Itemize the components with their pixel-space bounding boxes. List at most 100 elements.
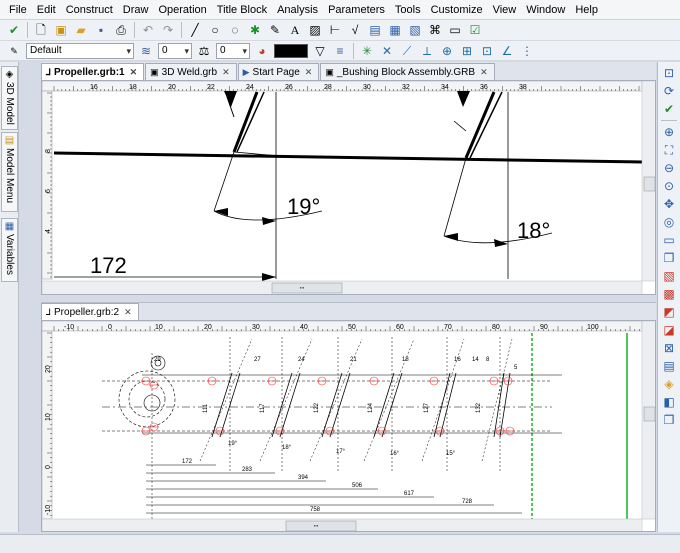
snap-node-icon[interactable]: ✳ bbox=[359, 43, 375, 59]
tab-model-menu[interactable]: ▤ Model Menu bbox=[1, 132, 18, 212]
arc-icon[interactable]: ◌ bbox=[227, 22, 243, 38]
menu-file[interactable]: File bbox=[4, 0, 32, 20]
close-icon[interactable]: ✕ bbox=[124, 307, 132, 318]
top-drawing-canvas[interactable]: 16 18 20 22 24 26 28 30 32 34 36 38 8 6 … bbox=[42, 81, 656, 295]
pan-icon[interactable]: ✥ bbox=[661, 196, 677, 212]
menu-help[interactable]: Help bbox=[570, 0, 603, 20]
apply-icon[interactable]: ✔ bbox=[6, 22, 22, 38]
new-file-icon[interactable]: 🗋 bbox=[33, 22, 49, 38]
node-icon[interactable]: ✱ bbox=[247, 22, 263, 38]
construction-lines bbox=[151, 337, 513, 521]
properties-icon[interactable]: ▩ bbox=[661, 286, 677, 302]
drawing-viewport-top[interactable]: 16 18 20 22 24 26 28 30 32 34 36 38 8 6 … bbox=[41, 80, 656, 295]
layers-icon[interactable]: ≡ bbox=[332, 43, 348, 59]
ruler-tick-label: 16 bbox=[90, 84, 98, 91]
menu-view[interactable]: View bbox=[488, 0, 522, 20]
menu-operation[interactable]: Operation bbox=[153, 0, 211, 20]
menu-customize[interactable]: Customize bbox=[426, 0, 488, 20]
roughness-icon[interactable]: √ bbox=[347, 22, 363, 38]
check-icon[interactable]: ✔ bbox=[661, 101, 677, 117]
fit-page-icon[interactable]: ▭ bbox=[661, 232, 677, 248]
layers-icon[interactable]: ▧ bbox=[661, 268, 677, 284]
snap-intersection-icon[interactable]: ✕ bbox=[379, 43, 395, 59]
redraw-icon[interactable]: ⟳ bbox=[661, 83, 677, 99]
close-icon[interactable]: ✕ bbox=[130, 67, 138, 78]
fragment-icon[interactable]: ▤ bbox=[367, 22, 383, 38]
filter-icon[interactable]: ▽ bbox=[312, 43, 328, 59]
doc-tab-3d-weld[interactable]: ▣ 3D Weld.grb ✕ bbox=[145, 63, 237, 80]
hatch-icon[interactable]: ▨ bbox=[307, 22, 323, 38]
redo-icon[interactable]: ↷ bbox=[160, 22, 176, 38]
print-icon[interactable]: ⎙ bbox=[113, 22, 129, 38]
doc-tab-start-page[interactable]: ▶ Start Page ✕ bbox=[237, 63, 320, 80]
tab-3d-model[interactable]: ◈ 3D Model bbox=[1, 66, 18, 130]
cube-icon[interactable]: ◈ bbox=[661, 376, 677, 392]
close-icon[interactable]: ✕ bbox=[480, 67, 488, 78]
horizontal-scroll-thumb[interactable] bbox=[271, 282, 343, 294]
fragment-icon[interactable]: ◩ bbox=[661, 304, 677, 320]
menu-construct[interactable]: Construct bbox=[61, 0, 118, 20]
doc-tab-propeller-2[interactable]: ⅃ Propeller.grb:2 ✕ bbox=[41, 303, 139, 320]
link-icon[interactable]: ⌘ bbox=[427, 22, 443, 38]
zoom-icon[interactable]: ⊙ bbox=[661, 178, 677, 194]
save-icon[interactable]: ▪ bbox=[93, 22, 109, 38]
image-icon[interactable]: ▧ bbox=[407, 22, 423, 38]
snap-line-icon[interactable]: ⟋ bbox=[399, 43, 415, 59]
open-folder-icon[interactable]: ▰ bbox=[73, 22, 89, 38]
graphic-line-icon[interactable]: ✎ bbox=[267, 22, 283, 38]
edit-icon[interactable]: ◪ bbox=[661, 322, 677, 338]
layer-field[interactable]: 0 bbox=[158, 42, 192, 59]
measure-icon[interactable]: ⊠ bbox=[661, 340, 677, 356]
horizontal-scroll-thumb[interactable] bbox=[285, 520, 357, 531]
view-3d-icon[interactable]: ❒ bbox=[661, 412, 677, 428]
doc-tab-bushing-block[interactable]: ▣ _Bushing Block Assembly.GRB ✕ bbox=[320, 63, 495, 80]
snap-options-icon[interactable]: ⋮ bbox=[519, 43, 535, 59]
vertical-scroll-thumb[interactable] bbox=[643, 406, 655, 422]
menu-tools[interactable]: Tools bbox=[390, 0, 426, 20]
render-icon[interactable]: ◧ bbox=[661, 394, 677, 410]
new-3d-icon[interactable]: ▣ bbox=[53, 22, 69, 38]
menu-edit[interactable]: Edit bbox=[32, 0, 61, 20]
snap-grid-icon[interactable]: ⊞ bbox=[459, 43, 475, 59]
section-icon[interactable]: ▤ bbox=[661, 358, 677, 374]
snap-tangent-icon[interactable]: ⟂ bbox=[419, 43, 435, 59]
line-icon[interactable]: ╱ bbox=[187, 22, 203, 38]
zoom-previous-icon[interactable]: ◎ bbox=[661, 214, 677, 230]
circle-icon[interactable]: ○ bbox=[207, 22, 223, 38]
top-dimension-text: 24 bbox=[298, 357, 305, 363]
snap-point-icon[interactable]: ⊡ bbox=[479, 43, 495, 59]
undo-icon[interactable]: ↶ bbox=[140, 22, 156, 38]
vertical-scroll-thumb[interactable] bbox=[643, 176, 655, 192]
snap-angle-icon[interactable]: ∠ bbox=[499, 43, 515, 59]
print-area-icon[interactable]: ▭ bbox=[447, 22, 463, 38]
color-swatch[interactable] bbox=[274, 43, 308, 58]
drawing-viewport-bottom[interactable]: -10 0 10 20 30 40 50 60 70 80 90 100 20 … bbox=[41, 320, 656, 532]
zoom-extents-icon[interactable]: ⛶ bbox=[661, 142, 677, 158]
menu-analysis[interactable]: Analysis bbox=[272, 0, 323, 20]
check-icon[interactable]: ☑ bbox=[467, 22, 483, 38]
priority-field[interactable]: 0 bbox=[216, 42, 250, 59]
doc-tab-propeller-1[interactable]: ⅃ Propeller.grb:1 ✕ bbox=[41, 63, 145, 80]
toolbar-separator bbox=[181, 22, 182, 38]
ruler-tick-label: 28 bbox=[324, 84, 332, 91]
standard-toolbar: ✔ 🗋 ▣ ▰ ▪ ⎙ ↶ ↷ ╱ ○ ◌ ✱ ✎ A ▨ ⊢ √ ▤ ▦ ▧ … bbox=[0, 20, 680, 41]
close-icon[interactable]: ✕ bbox=[305, 67, 313, 78]
copy-icon[interactable]: ❐ bbox=[661, 250, 677, 266]
close-icon[interactable]: ✕ bbox=[222, 67, 230, 78]
zoom-in-icon[interactable]: ⊕ bbox=[661, 124, 677, 140]
color-palette-icon[interactable]: ◕ bbox=[254, 43, 270, 59]
menu-draw[interactable]: Draw bbox=[118, 0, 154, 20]
text-icon[interactable]: A bbox=[287, 22, 303, 38]
menu-parameters[interactable]: Parameters bbox=[323, 0, 390, 20]
dimension-icon[interactable]: ⊢ bbox=[327, 22, 343, 38]
bottom-drawing-canvas[interactable]: -10 0 10 20 30 40 50 60 70 80 90 100 20 … bbox=[42, 321, 656, 532]
snap-center-icon[interactable]: ⊕ bbox=[439, 43, 455, 59]
variable-icon[interactable]: ▦ bbox=[387, 22, 403, 38]
tab-variables[interactable]: ▦ Variables bbox=[1, 218, 18, 282]
zoom-window-icon[interactable]: ⊡ bbox=[661, 65, 677, 81]
menu-window[interactable]: Window bbox=[521, 0, 570, 20]
zoom-out-icon[interactable]: ⊖ bbox=[661, 160, 677, 176]
menu-title-block[interactable]: Title Block bbox=[212, 0, 272, 20]
horizontal-dimension-lines bbox=[146, 464, 522, 514]
style-combo[interactable]: Default bbox=[26, 42, 134, 59]
